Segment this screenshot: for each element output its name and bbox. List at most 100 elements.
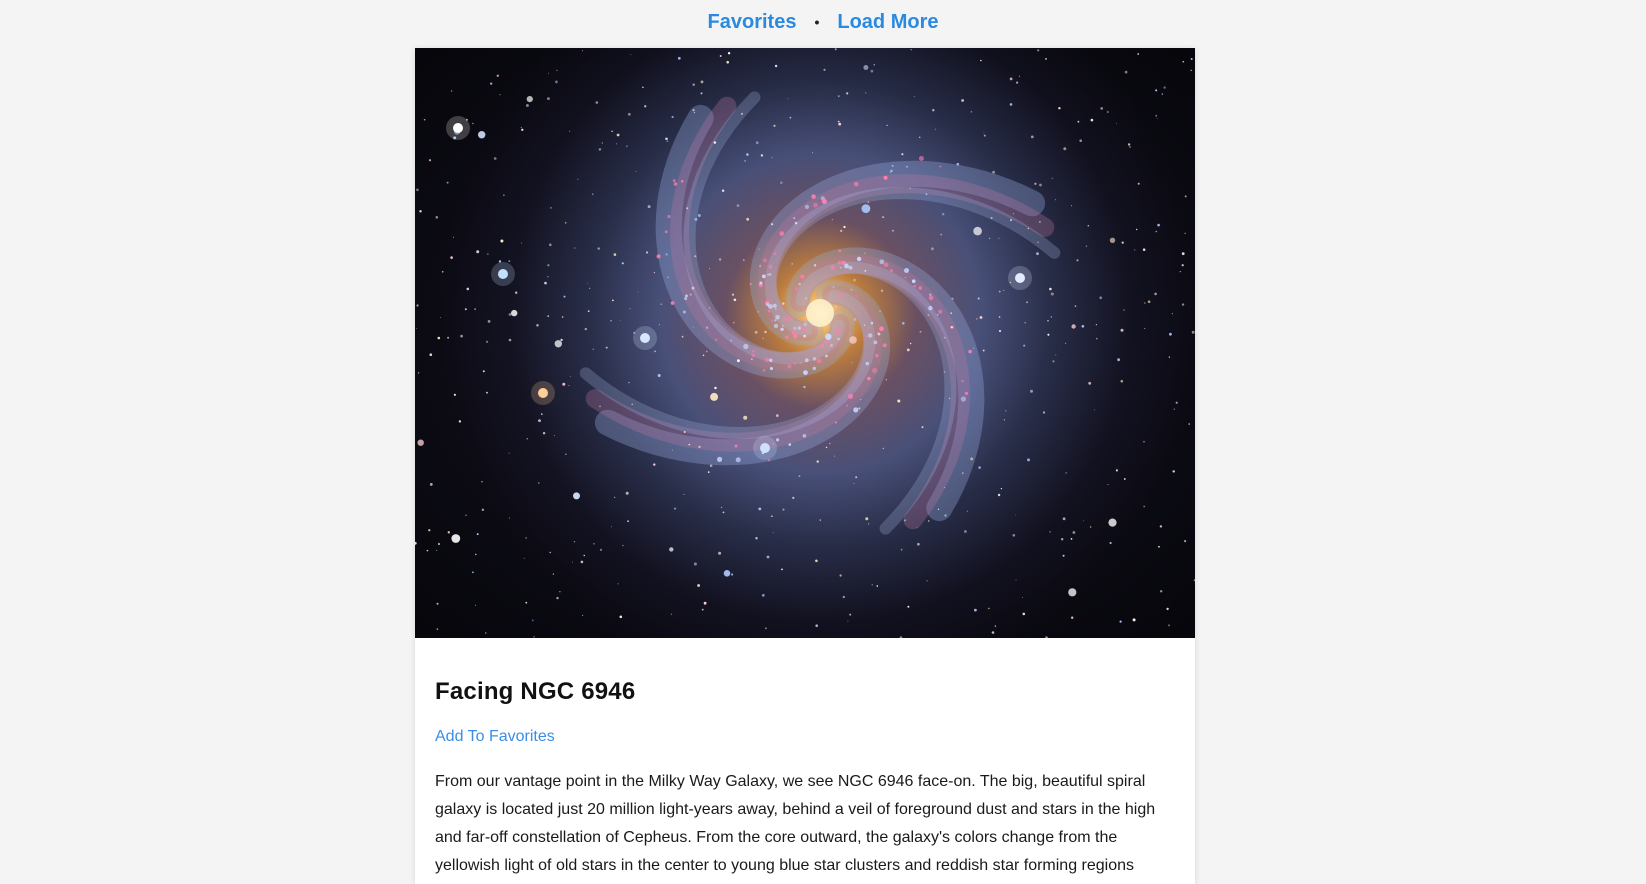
star <box>1120 328 1124 332</box>
favorites-link[interactable]: Favorites <box>708 11 797 34</box>
galaxy-knot <box>800 274 805 279</box>
star <box>493 157 497 160</box>
star <box>870 69 874 73</box>
star <box>573 541 576 543</box>
star <box>415 541 417 545</box>
galaxy-knot <box>794 362 796 364</box>
star <box>853 278 856 282</box>
galaxy-photo <box>415 48 1195 638</box>
star <box>547 276 549 278</box>
galaxy-knot <box>764 357 770 363</box>
star <box>774 64 778 68</box>
galaxy-knot <box>882 343 887 348</box>
galaxy-knot <box>782 324 784 327</box>
galaxy-knot <box>804 204 810 209</box>
star <box>460 334 463 338</box>
galaxy-knot <box>850 288 853 291</box>
galaxy-knot <box>961 379 964 383</box>
star <box>556 69 558 72</box>
star <box>583 554 585 557</box>
star <box>1124 70 1128 74</box>
star <box>685 294 688 298</box>
galaxy-knot <box>890 269 893 272</box>
star <box>572 561 573 563</box>
star <box>1123 478 1126 480</box>
galaxy-knot <box>837 327 842 332</box>
star <box>533 636 535 638</box>
star <box>619 320 621 321</box>
star <box>1100 107 1103 110</box>
star <box>569 376 571 377</box>
star <box>917 542 920 546</box>
galaxy-knot <box>870 321 874 325</box>
star <box>686 425 688 426</box>
star <box>621 262 624 265</box>
star <box>531 619 534 622</box>
star <box>426 549 429 552</box>
star <box>1083 520 1085 522</box>
star <box>642 86 644 89</box>
star <box>1160 590 1163 593</box>
star <box>935 128 936 130</box>
star <box>541 413 543 415</box>
star <box>419 210 422 213</box>
star <box>1051 177 1053 179</box>
star <box>577 178 579 180</box>
star <box>851 362 853 364</box>
star <box>991 631 995 634</box>
star <box>1089 526 1092 528</box>
star <box>782 508 785 511</box>
star <box>1068 588 1077 597</box>
star <box>823 68 826 71</box>
star <box>525 537 527 539</box>
load-more-link[interactable]: Load More <box>837 11 938 34</box>
star <box>563 295 566 298</box>
star <box>847 620 849 622</box>
star <box>727 52 731 55</box>
star <box>970 457 974 461</box>
star <box>508 452 510 454</box>
star <box>472 122 474 125</box>
galaxy-image <box>415 48 1195 638</box>
galaxy-knot <box>868 333 873 338</box>
star <box>629 308 631 310</box>
star <box>688 443 691 446</box>
star <box>547 264 550 267</box>
star <box>837 120 840 123</box>
star <box>937 508 940 510</box>
galaxy-knot <box>801 326 804 329</box>
star <box>789 116 792 119</box>
star <box>1045 636 1048 638</box>
star <box>722 511 725 514</box>
star <box>839 574 842 577</box>
add-to-favorites-link[interactable]: Add To Favorites <box>435 728 555 746</box>
star <box>731 573 734 576</box>
star <box>1019 75 1020 77</box>
star <box>771 515 773 517</box>
star <box>625 491 629 495</box>
star <box>864 270 867 272</box>
star <box>731 293 735 296</box>
star <box>757 311 759 313</box>
star <box>1181 264 1184 267</box>
star <box>950 326 953 329</box>
galaxy-knot <box>837 331 840 333</box>
star <box>919 330 922 333</box>
star <box>737 359 740 363</box>
star <box>1015 514 1017 516</box>
galaxy-knot <box>773 323 779 329</box>
star <box>977 297 980 300</box>
galaxy-knot <box>785 335 789 339</box>
star <box>994 625 997 627</box>
star <box>1168 624 1170 627</box>
star <box>515 291 518 294</box>
star <box>882 216 885 219</box>
star <box>520 126 522 128</box>
star <box>485 632 487 634</box>
star <box>474 308 476 310</box>
galaxy-knot <box>802 434 807 438</box>
star <box>544 281 547 285</box>
star <box>803 334 806 338</box>
star <box>447 531 450 534</box>
star <box>508 517 510 519</box>
